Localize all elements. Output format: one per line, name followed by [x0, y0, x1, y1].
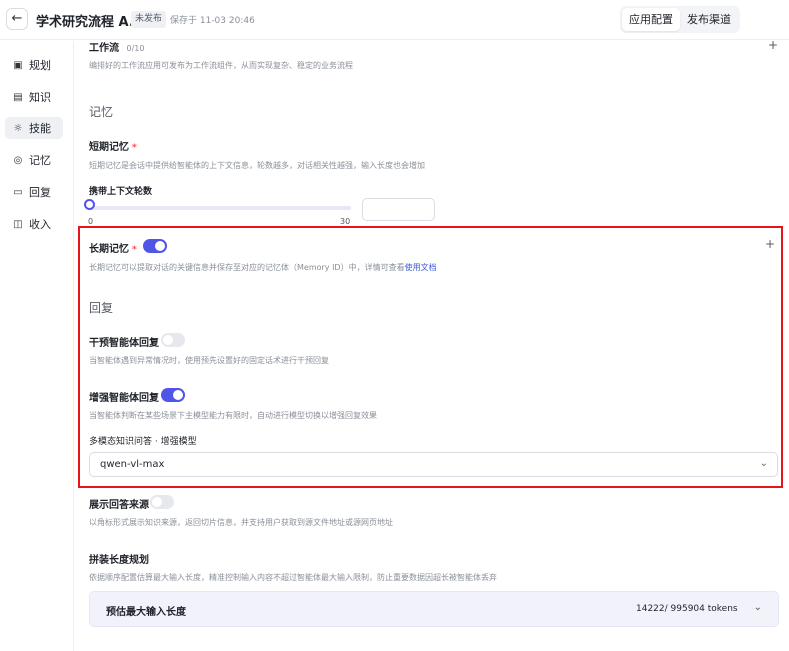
long-term-memory-title: 长期记忆 * [89, 244, 137, 255]
length-plan-title: 拼装长度规划 [89, 555, 149, 566]
skill-icon: ☼ [13, 122, 23, 134]
sidebar-item-income[interactable]: ◫ 收入 [5, 213, 63, 235]
slider-handle[interactable] [84, 199, 95, 210]
sidebar-item-reply[interactable]: ▭ 回复 [5, 181, 63, 203]
workflow-desc: 编排好的工作流应用可发布为工作流组件，从而实现复杂、稳定的业务流程 [89, 61, 353, 70]
required-mark: * [132, 143, 137, 153]
status-badge: 未发布 [131, 11, 167, 28]
knowledge-icon: ▤ [13, 91, 23, 103]
intervene-reply-toggle[interactable] [161, 333, 185, 347]
sidebar-item-knowledge[interactable]: ▤ 知识 [5, 86, 63, 108]
tab-publish-channel[interactable]: 发布渠道 [680, 8, 738, 31]
sidebar-item-label: 回复 [29, 186, 51, 199]
estimate-panel[interactable]: 预估最大输入长度 14222/ 995904 tokens ⌄ [89, 591, 779, 627]
sidebar-item-label: 收入 [29, 218, 51, 231]
enhance-reply-desc: 当智能体判断在某些场景下主模型能力有限时，自动进行模型切换以增强回复效果 [89, 411, 377, 420]
top-bar: ← 学术研究流程 A... 未发布 保存于 11-03 20:46 应用配置 发… [0, 0, 789, 40]
income-icon: ◫ [13, 218, 23, 230]
estimate-label: 预估最大输入长度 [106, 607, 186, 618]
reply-section-title: 回复 [89, 301, 114, 315]
context-rounds-slider[interactable] [89, 206, 351, 210]
chevron-down-icon: ⌄ [759, 458, 768, 469]
back-button[interactable]: ← [6, 8, 28, 30]
length-plan-desc: 依据顺序配置估算最大输入长度，精准控制输入内容不超过智能体最大输入限制，防止重要… [89, 573, 497, 582]
enhance-model-label: 多模态知识问答 · 增强模型 [89, 437, 197, 447]
show-source-title: 展示回答来源 [89, 500, 149, 511]
sidebar-item-label: 技能 [29, 122, 51, 135]
workflow-title: 工作流 0/10 [89, 43, 145, 54]
short-term-memory-desc: 短期记忆是会话中提供给智能体的上下文信息，轮数越多，对话相关性越强，输入长度也会… [89, 161, 425, 170]
short-term-memory-title: 短期记忆 * [89, 142, 137, 153]
memory-section-title: 记忆 [89, 105, 114, 119]
enhance-reply-toggle[interactable] [161, 388, 185, 402]
chevron-down-icon: ⌄ [753, 602, 762, 613]
workflow-count: 0/10 [126, 44, 145, 53]
save-time: 保存于 11-03 20:46 [170, 16, 255, 26]
context-rounds-label: 携带上下文轮数 [89, 187, 153, 197]
sidebar-item-memory[interactable]: ◎ 记忆 [5, 149, 63, 171]
long-term-memory-toggle[interactable] [143, 239, 167, 253]
required-mark: * [132, 245, 137, 255]
sidebar-item-label: 记忆 [29, 154, 51, 167]
tab-app-config[interactable]: 应用配置 [622, 8, 680, 31]
sidebar: ▣ 规划 ▤ 知识 ☼ 技能 ◎ 记忆 ▭ 回复 ◫ 收入 [0, 41, 74, 651]
slider-max-label: 30 [340, 217, 351, 226]
show-source-desc: 以角标形式展示知识来源，返回切片信息，并支持用户获取到源文件地址或源网页地址 [89, 518, 393, 527]
long-term-memory-desc: 长期记忆可以提取对话的关键信息并保存至对应的记忆体（Memory ID）中，详情… [89, 263, 437, 272]
arrow-left-icon: ← [11, 11, 23, 26]
intervene-reply-desc: 当智能体遇到异常情况时，使用预先设置好的固定话术进行干预回复 [89, 356, 329, 365]
sidebar-item-skill[interactable]: ☼ 技能 [5, 117, 63, 139]
slider-min-label: 0 [88, 217, 94, 226]
enhance-reply-title: 增强智能体回复 [89, 393, 159, 404]
estimate-value: 14222/ 995904 tokens [636, 604, 738, 614]
add-memory-button[interactable]: + [765, 237, 775, 251]
usage-doc-link[interactable]: 使用文档 [405, 263, 437, 272]
sidebar-item-label: 规划 [29, 59, 51, 72]
plan-icon: ▣ [13, 59, 23, 71]
main-content: 工作流 0/10 + 编排好的工作流应用可发布为工作流组件，从而实现复杂、稳定的… [75, 41, 789, 651]
sidebar-item-plan[interactable]: ▣ 规划 [5, 54, 63, 76]
app-title: 学术研究流程 A... [36, 15, 144, 30]
intervene-reply-title: 干预智能体回复 [89, 338, 159, 349]
context-rounds-input[interactable] [362, 198, 435, 221]
header-tabs: 应用配置 发布渠道 [620, 6, 740, 33]
show-source-toggle[interactable] [150, 495, 174, 509]
add-workflow-button[interactable]: + [768, 41, 778, 52]
sidebar-item-label: 知识 [29, 91, 51, 104]
enhance-model-select[interactable]: qwen-vl-max ⌄ [89, 452, 778, 477]
memory-icon: ◎ [13, 154, 23, 166]
reply-icon: ▭ [13, 186, 23, 198]
enhance-model-value: qwen-vl-max [100, 459, 165, 470]
